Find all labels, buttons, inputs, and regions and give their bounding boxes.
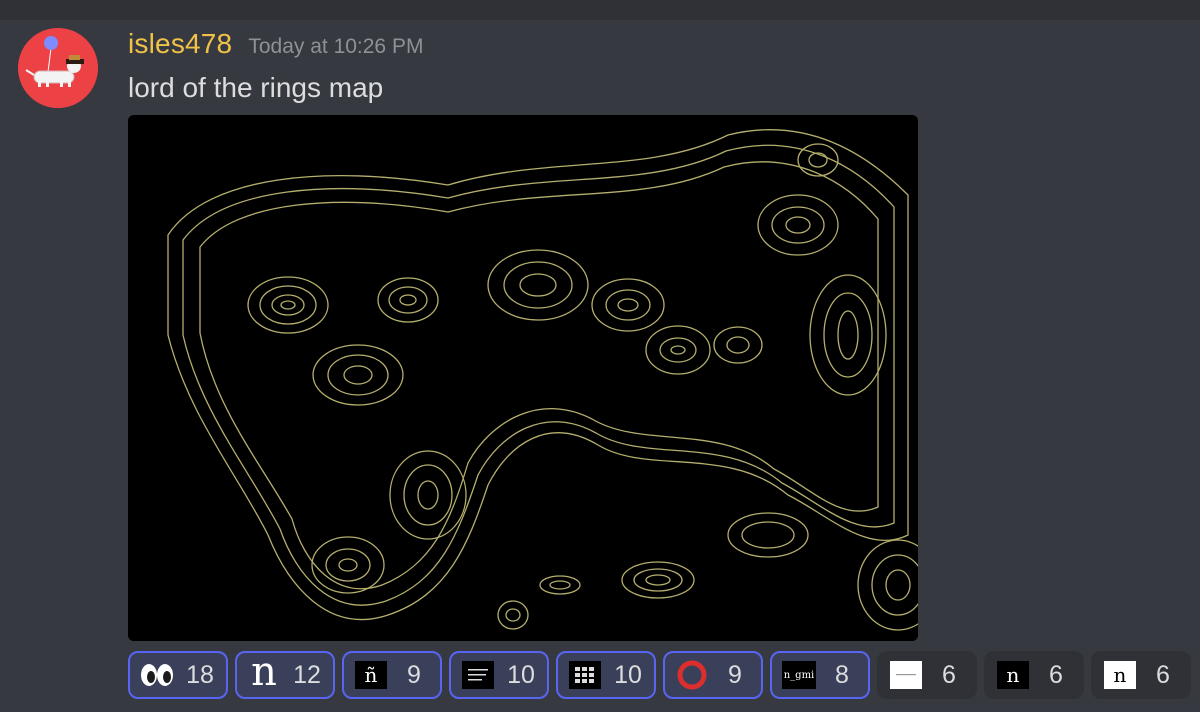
n-box-light-glyph: n (1104, 661, 1136, 689)
n-box-dark-glyph: n (997, 661, 1029, 689)
dachshund-balloon-icon (18, 28, 98, 108)
timestamp[interactable]: Today at 10:26 PM (248, 35, 423, 59)
message-content: lord of the rings map (128, 72, 384, 103)
reaction-count: 6 (1156, 660, 1170, 689)
image-attachment[interactable] (128, 115, 918, 641)
n-tilde-emoji-icon: ñ (354, 658, 388, 692)
reaction-count: 10 (507, 660, 535, 689)
n-glyph: n (251, 649, 277, 695)
reaction-n-gmi[interactable]: n_gmi 8 (770, 651, 870, 699)
n-gmi-emoji-icon: n_gmi (782, 658, 816, 692)
eyes-emoji-icon (140, 658, 174, 692)
n-box-light-emoji-icon: n (1103, 658, 1137, 692)
reaction-count: 18 (186, 660, 214, 689)
top-bar (0, 0, 1200, 20)
n-letter-emoji-icon: n (247, 649, 281, 695)
chat-message: isles478 Today at 10:26 PM lord of the r… (0, 20, 1200, 712)
reactions-bar: 18 n 12 ñ 9 10 10 9 n_gmi 8 6 n 6 n 6 (128, 651, 1191, 703)
reaction-count: 12 (293, 660, 321, 689)
reaction-count: 10 (614, 660, 642, 689)
reaction-tiny-text[interactable]: 10 (449, 651, 549, 699)
reaction-n-grid[interactable]: 10 (556, 651, 656, 699)
avatar[interactable] (18, 28, 98, 108)
reaction-eyes[interactable]: 18 (128, 651, 228, 699)
message-header: isles478 Today at 10:26 PM (128, 28, 423, 64)
n-tilde-glyph: ñ (355, 661, 387, 689)
reaction-white-square[interactable]: 6 (877, 651, 977, 699)
n-box-dark-emoji-icon: n (996, 658, 1030, 692)
n-gmi-glyph: n_gmi (782, 661, 816, 689)
red-circle-emoji-icon (675, 658, 709, 692)
reaction-n-tilde[interactable]: ñ 9 (342, 651, 442, 699)
reaction-count: 6 (942, 660, 956, 689)
reaction-n-box-light[interactable]: n 6 (1091, 651, 1191, 699)
reaction-count: 9 (728, 660, 742, 689)
reaction-n-letter[interactable]: n 12 (235, 651, 335, 699)
username[interactable]: isles478 (128, 28, 232, 60)
reaction-red-circle[interactable]: 9 (663, 651, 763, 699)
reaction-count: 8 (835, 660, 849, 689)
contour-map-image (128, 115, 918, 641)
reaction-n-box-dark[interactable]: n 6 (984, 651, 1084, 699)
reaction-count: 6 (1049, 660, 1063, 689)
n-grid-emoji-icon (568, 658, 602, 692)
white-square-emoji-icon (889, 658, 923, 692)
tiny-text-emoji-icon (461, 658, 495, 692)
reaction-count: 9 (407, 660, 421, 689)
